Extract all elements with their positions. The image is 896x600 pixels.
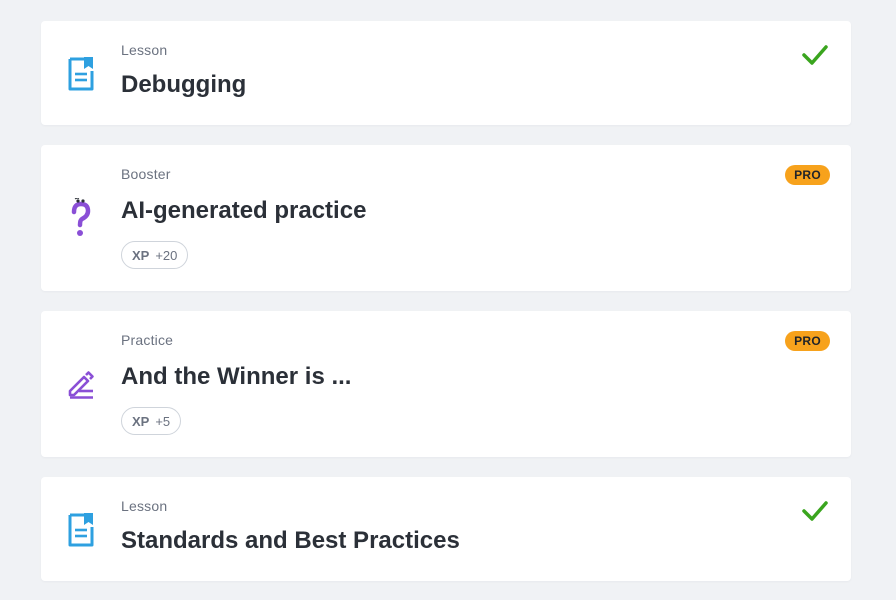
check-icon: [802, 45, 828, 65]
card-type-label: Lesson: [121, 42, 168, 58]
pro-badge: PRO: [785, 165, 830, 185]
card-title: Debugging: [121, 71, 247, 98]
xp-reward-pill: XP +5: [121, 407, 182, 435]
card-title: And the Winner is ...: [121, 363, 352, 390]
check-icon: [802, 501, 828, 521]
xp-reward-pill: XP +20: [121, 241, 189, 269]
xp-label: XP: [132, 413, 150, 429]
lesson-card-standards[interactable]: Lesson Standards and Best Practices: [41, 477, 851, 581]
lesson-card-debugging[interactable]: Lesson Debugging: [41, 21, 851, 125]
card-title: Standards and Best Practices: [121, 527, 460, 554]
lesson-document-icon: [65, 512, 97, 548]
xp-value: +20: [155, 247, 178, 263]
lesson-document-icon: [65, 56, 97, 92]
pencil-edit-icon: [65, 366, 97, 402]
card-type-label: Practice: [121, 332, 174, 348]
card-title: AI-generated practice: [121, 197, 367, 224]
booster-card-ai-practice[interactable]: Booster AI-generated practice XP +20 PRO: [41, 145, 851, 291]
practice-card-winner[interactable]: Practice And the Winner is ... XP +5 PRO: [41, 311, 851, 457]
xp-value: +5: [155, 413, 171, 429]
card-type-label: Booster: [121, 166, 171, 182]
question-mark-icon: [65, 198, 97, 236]
pro-badge: PRO: [785, 331, 830, 351]
xp-label: XP: [132, 247, 150, 263]
card-type-label: Lesson: [121, 498, 168, 514]
